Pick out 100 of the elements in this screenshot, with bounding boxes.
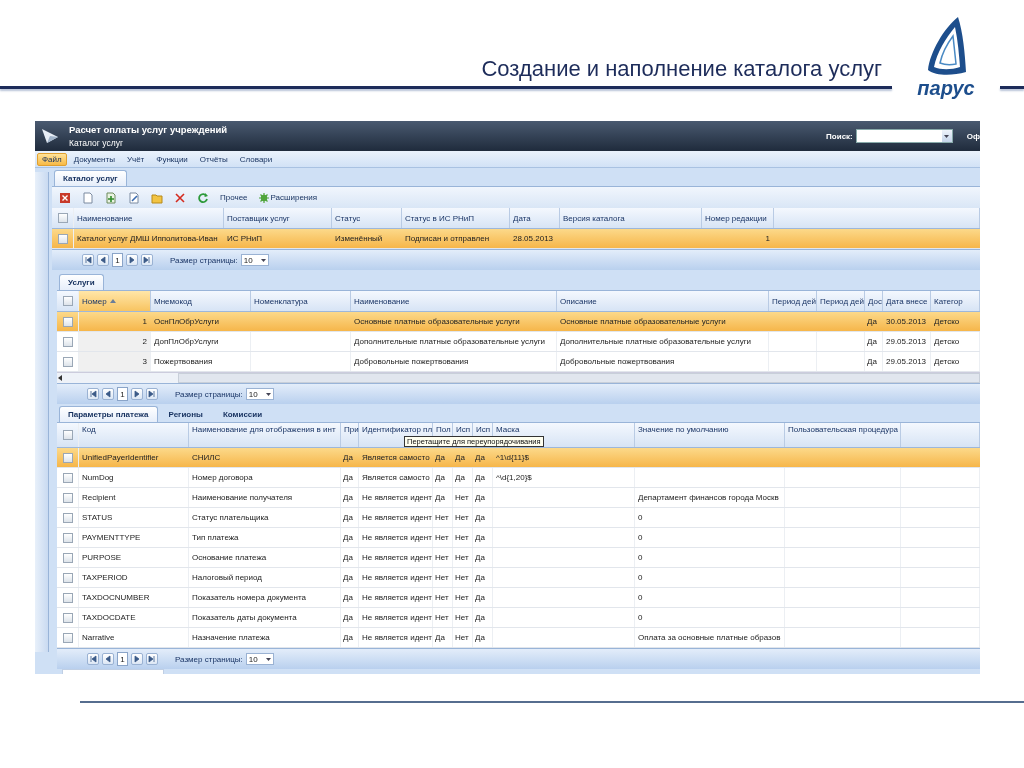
column-header[interactable]: Номер редакции (702, 208, 774, 228)
prev-page-button[interactable] (102, 388, 114, 400)
table-cell: Добровольные пожертвования (351, 352, 557, 371)
column-header[interactable]: Поставщик услуг (224, 208, 332, 228)
last-page-button[interactable] (146, 653, 158, 665)
menu-item[interactable]: Учёт (121, 152, 150, 166)
checkbox[interactable] (62, 552, 73, 563)
prev-page-button[interactable] (97, 254, 109, 266)
menu-item[interactable]: Файл (37, 152, 67, 166)
table-row[interactable]: PAYMENTTYPE Тип платежа Да Не является идент Нет Нет Да 0 (57, 528, 980, 548)
table-row[interactable]: TAXDOCNUMBER Показатель номера документа Да Не является идент Нет Нет Да 0 (57, 588, 980, 608)
last-page-button[interactable] (141, 254, 153, 266)
next-page-button[interactable] (131, 388, 143, 400)
column-header[interactable]: Дос (865, 291, 883, 311)
first-page-icon (89, 655, 97, 663)
checkbox[interactable] (62, 612, 73, 623)
first-page-button[interactable] (87, 388, 99, 400)
checkbox[interactable] (62, 336, 73, 347)
column-header[interactable]: Версия каталога (560, 208, 702, 228)
page-number-field[interactable]: 1 (112, 253, 123, 267)
page-size-label: Размер страницы: (175, 654, 243, 664)
table-cell-text: Является самосто (361, 452, 431, 464)
column-header[interactable]: Дата (510, 208, 560, 228)
table-cell: Да (473, 628, 493, 647)
column-header[interactable]: Наименование (351, 291, 557, 311)
page-size-dropdown[interactable]: 10 (240, 254, 269, 266)
table-row[interactable]: 1 ОснПлОбрУслуги Основные платные образовательные услуги Основные платные образовательные услуги Да 30.05.2013 Детско (57, 312, 980, 332)
prev-page-button[interactable] (102, 653, 114, 665)
table-row[interactable]: 2 ДопПлОбрУслуги Дополнительные платные образовательные услуги Дополнительные платные образовательные услуги Да 29.05.2013 Детско (57, 332, 980, 352)
tab[interactable]: Регионы (159, 406, 212, 422)
header-link[interactable]: Оф (966, 131, 980, 141)
column-header[interactable]: Дата внесе (883, 291, 931, 311)
delete-icon (174, 191, 186, 204)
next-page-icon (133, 390, 141, 398)
app-subtitle: Каталог услуг (69, 138, 124, 148)
table-row[interactable]: Recipient Наименование получателя Да Не является идент Да Нет Да Департамент финансов города Москв (57, 488, 980, 508)
table-cell: Налоговый период (189, 568, 341, 587)
table-row[interactable]: UnifiedPayerIdentifier СНИЛС Да Является самосто Да Да Да ^1\d{11}$ (57, 448, 980, 468)
column-header[interactable]: Период дей (769, 291, 817, 311)
checkbox[interactable] (62, 492, 73, 503)
page-size-dropdown[interactable]: 10 (245, 388, 274, 400)
menu-item[interactable]: Словари (234, 152, 278, 166)
table-row[interactable]: TAXDOCDATE Показатель даты документа Да Не является идент Нет Нет Да 0 (57, 608, 980, 628)
last-page-button[interactable] (146, 388, 158, 400)
checkbox[interactable] (62, 296, 73, 306)
column-header[interactable]: Значение по умолчанию (635, 423, 785, 447)
column-header[interactable]: Пользовательская процедура (785, 423, 901, 447)
table-row[interactable]: NumDog Номер договора Да Является самосто Да Да Да ^\d{1,20}$ (57, 468, 980, 488)
tab[interactable]: Услуги (59, 274, 104, 290)
table-cell: Да (341, 548, 359, 567)
toolbar-button[interactable]: Прочее (217, 192, 251, 203)
page-size-dropdown[interactable]: 10 (245, 653, 274, 665)
column-header[interactable]: Мнемокод (151, 291, 251, 311)
tab[interactable]: Параметры платежа (59, 406, 158, 422)
checkbox[interactable] (62, 512, 73, 523)
column-header[interactable]: Описание (557, 291, 769, 311)
table-cell-text: 30.05.2013 (885, 316, 928, 328)
column-header[interactable]: Статус (332, 208, 402, 228)
side-panel-tab[interactable] (35, 172, 49, 652)
checkbox[interactable] (62, 592, 73, 603)
horizontal-scrollbar[interactable] (57, 372, 980, 383)
column-header[interactable]: Номер (79, 291, 151, 311)
menu-item[interactable]: Документы (68, 152, 120, 166)
edit-icon (128, 191, 140, 204)
checkbox[interactable] (62, 452, 73, 463)
checkbox[interactable] (57, 213, 68, 223)
next-page-button[interactable] (131, 653, 143, 665)
next-page-button[interactable] (126, 254, 138, 266)
column-header[interactable]: Статус в ИС РНиП (402, 208, 510, 228)
checkbox[interactable] (57, 233, 68, 244)
column-header[interactable]: При (341, 423, 359, 447)
column-header[interactable]: Категор (931, 291, 980, 311)
checkbox[interactable] (62, 356, 73, 367)
table-cell: Пожертвования (151, 352, 251, 371)
checkbox[interactable] (62, 316, 73, 327)
search-field[interactable] (855, 129, 953, 143)
menu-item[interactable]: Функции (151, 152, 193, 166)
column-header[interactable]: Наименование (74, 208, 224, 228)
menu-item[interactable]: Отчёты (194, 152, 233, 166)
first-page-button[interactable] (87, 653, 99, 665)
checkbox[interactable] (62, 430, 73, 440)
tab[interactable]: Каталог услуг (54, 170, 127, 186)
checkbox[interactable] (62, 572, 73, 583)
table-row[interactable]: TAXPERIOD Налоговый период Да Не является идент Нет Нет Да 0 (57, 568, 980, 588)
checkbox[interactable] (62, 472, 73, 483)
page-number-field[interactable]: 1 (117, 387, 128, 401)
page-number-field[interactable]: 1 (117, 652, 128, 666)
column-header[interactable]: Код (79, 423, 189, 447)
table-row[interactable]: PURPOSE Основание платежа Да Не является идент Нет Нет Да 0 (57, 548, 980, 568)
column-header[interactable]: Наименование для отображения в инт (189, 423, 341, 447)
sort-ascending-icon (109, 299, 116, 303)
checkbox[interactable] (62, 632, 73, 643)
table-row[interactable]: Каталог услуг ДМШ Ипполитова-Иван ИС РНиП Изменённый Подписан и отправлен 28.05.2013 1 (52, 229, 980, 249)
table-row[interactable]: STATUS Статус плательщика Да Не является идент Нет Нет Да 0 (57, 508, 980, 528)
column-header[interactable]: Период дей (817, 291, 865, 311)
column-header[interactable]: Номенклатура (251, 291, 351, 311)
first-page-button[interactable] (82, 254, 94, 266)
extensions-button[interactable]: Расширения (255, 191, 321, 204)
tab[interactable]: Комиссии (213, 406, 272, 422)
checkbox[interactable] (62, 532, 73, 543)
